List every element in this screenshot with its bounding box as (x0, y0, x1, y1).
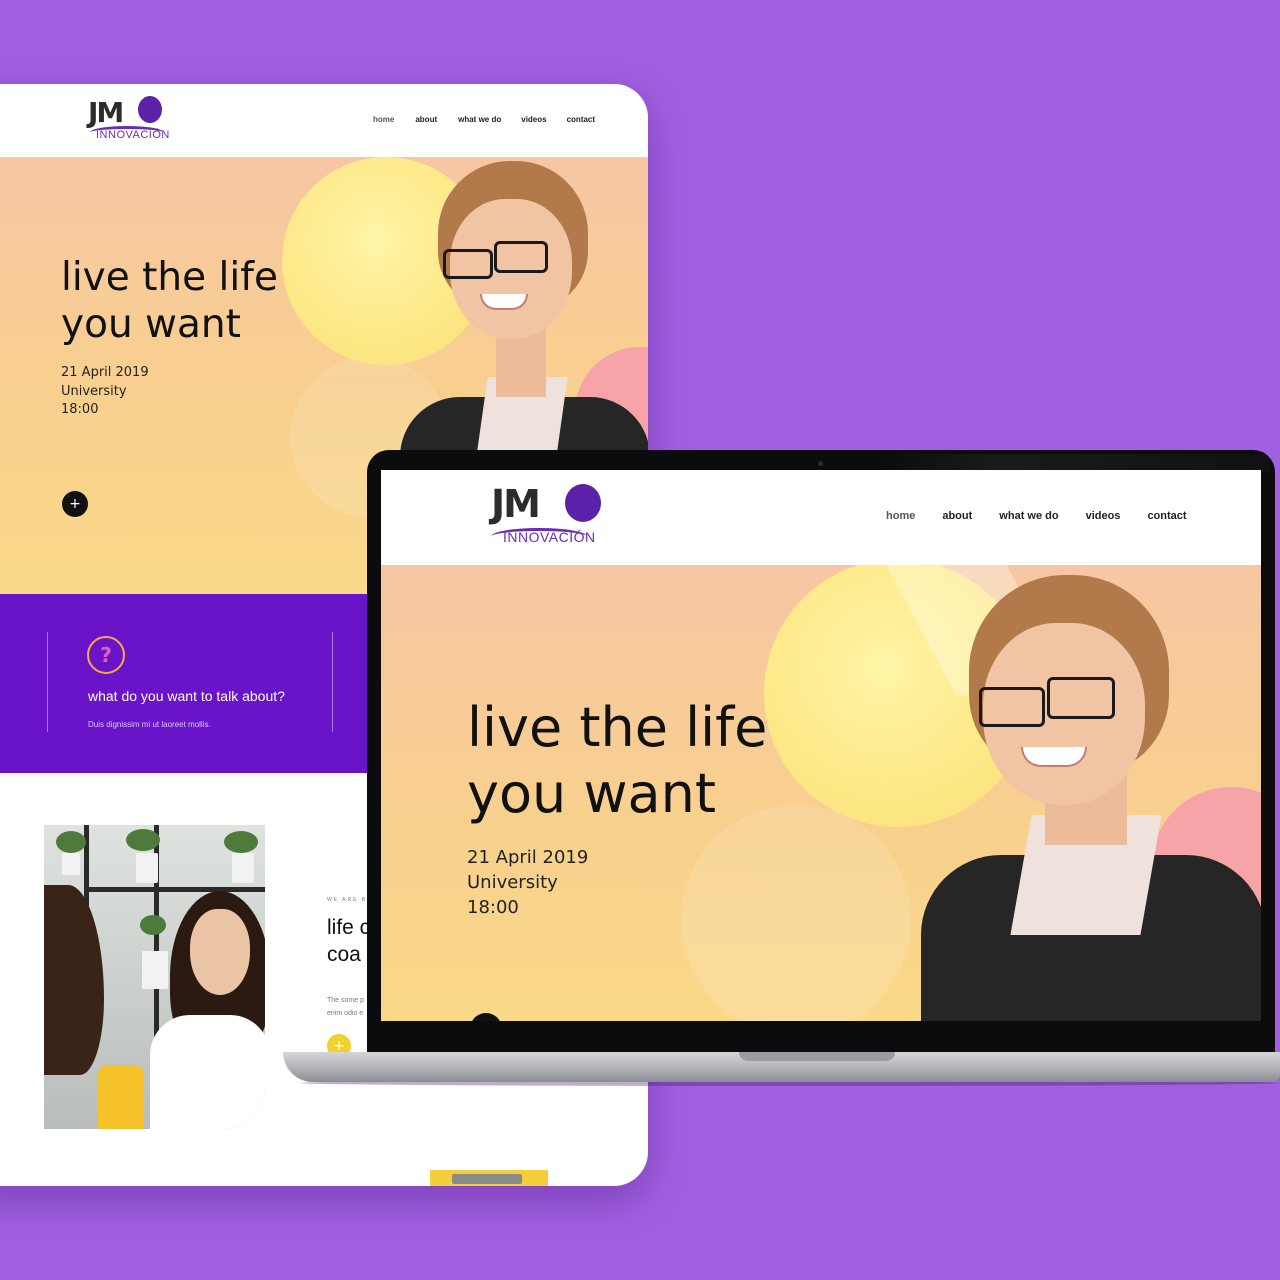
nav-about[interactable]: about (415, 115, 437, 124)
nav-videos[interactable]: videos (1086, 510, 1121, 522)
nav-about[interactable]: about (942, 510, 972, 522)
event-details: 21 April 2019 University 18:00 (61, 364, 149, 420)
feature-title: what do you want to talk about? (88, 688, 285, 704)
main-nav: home about what we do videos contact (886, 510, 1187, 522)
feature-text: Duis dignissim mi ut laoreet mollis. (88, 720, 211, 729)
logo-text: INNOVACIÓN (96, 129, 170, 141)
logo-badge-icon (138, 96, 162, 123)
laptop-camera (818, 461, 823, 466)
about-title: life c coa (327, 916, 371, 966)
nav-home[interactable]: home (886, 510, 915, 522)
about-eyebrow: WE ARE B (327, 897, 368, 903)
nav-what-we-do[interactable]: what we do (458, 115, 501, 124)
about-text: The some p enim odio e (327, 997, 364, 1017)
glasses-right (1047, 677, 1115, 719)
nav-home[interactable]: home (373, 115, 394, 124)
hero-headline: live the life you want (61, 255, 278, 347)
about-photo (44, 825, 265, 1129)
hero-headline: live the life you want (467, 696, 768, 825)
logo-badge-icon (565, 484, 601, 522)
nav-videos[interactable]: videos (521, 115, 546, 124)
nav-contact[interactable]: contact (1147, 510, 1186, 522)
hero-plus-button[interactable] (470, 1013, 502, 1021)
logo-mark: JM (88, 96, 124, 129)
laptop-opening-notch (739, 1052, 895, 1061)
question-bubble-icon: ? (87, 636, 125, 674)
hero-plus-button[interactable]: + (62, 491, 88, 517)
main-nav: home about what we do videos contact (373, 115, 595, 124)
glasses-left (443, 249, 493, 279)
event-date: 21 April 2019 (467, 847, 589, 868)
event-details: 21 April 2019 University 18:00 (467, 845, 588, 920)
site-header: JM INNOVACIÓN home about what we do vide… (381, 470, 1261, 565)
nav-contact[interactable]: contact (567, 115, 595, 124)
site-logo[interactable]: JM INNOVACIÓN (491, 482, 611, 552)
hero-portrait (921, 565, 1261, 1021)
logo-mark: JM (491, 482, 541, 526)
event-location: University (467, 872, 558, 893)
event-time: 18:00 (467, 897, 519, 918)
event-date: 21 April 2019 (61, 365, 149, 380)
site-header: JM INNOVACIÓN home about what we do vide… (0, 84, 648, 157)
next-section-fragment (430, 1170, 548, 1186)
nav-what-we-do[interactable]: what we do (999, 510, 1058, 522)
hero-section: live the life you want 21 April 2019 Uni… (381, 565, 1261, 1021)
glasses-left (979, 687, 1045, 727)
laptop-screen: JM INNOVACIÓN home about what we do vide… (381, 470, 1261, 1021)
event-location: University (61, 383, 127, 399)
site-logo[interactable]: JM INNOVACIÓN (88, 96, 188, 146)
logo-text: INNOVACIÓN (503, 529, 596, 545)
event-time: 18:00 (61, 402, 99, 417)
glasses-right (494, 241, 548, 273)
hero-decor-blob (681, 805, 911, 1021)
